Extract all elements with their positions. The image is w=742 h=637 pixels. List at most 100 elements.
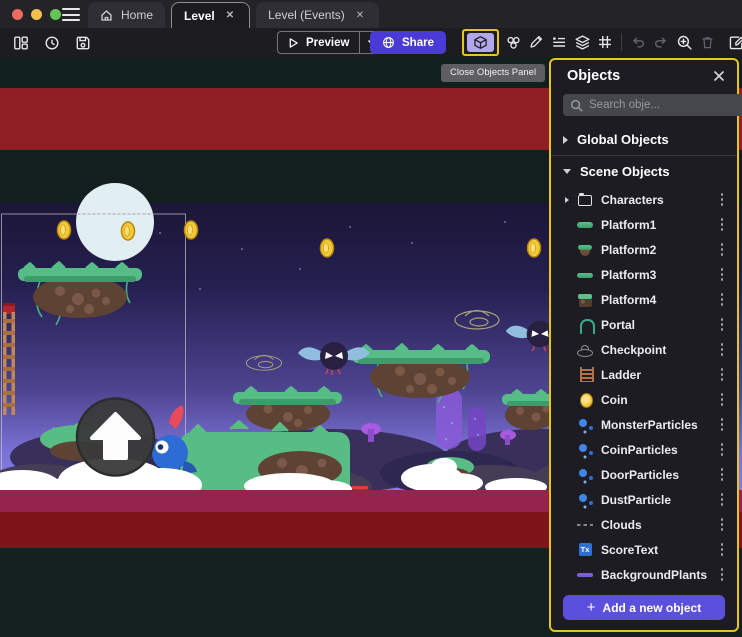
- tab-level[interactable]: Level ✕: [171, 2, 250, 28]
- close-tab-icon[interactable]: ✕: [353, 9, 367, 22]
- main-menu-icon[interactable]: [62, 8, 80, 21]
- plus-icon: +: [587, 600, 596, 615]
- object-row-characters[interactable]: Characters: [551, 187, 737, 212]
- chevron-right-icon: [565, 397, 576, 403]
- object-label: Platform4: [601, 293, 715, 307]
- chevron-right-icon: [565, 247, 576, 253]
- particles-icon: [576, 491, 594, 509]
- object-options-icon[interactable]: [715, 341, 729, 359]
- checkpoint-icon: [576, 341, 594, 359]
- play-icon: [288, 37, 299, 49]
- edit-scene-icon[interactable]: [725, 31, 742, 53]
- object-options-icon[interactable]: [715, 491, 729, 509]
- object-row-platform1[interactable]: Platform1: [551, 212, 737, 237]
- object-options-icon[interactable]: [715, 241, 729, 259]
- object-options-icon[interactable]: [715, 391, 729, 409]
- tab-home-label: Home: [121, 8, 153, 22]
- objects-panel-icon[interactable]: [467, 33, 494, 52]
- object-options-icon[interactable]: [715, 216, 729, 234]
- add-new-object-button[interactable]: + Add a new object: [563, 595, 725, 620]
- chevron-down-icon: [563, 169, 571, 174]
- chevron-right-icon: [565, 447, 576, 453]
- plants-icon: [576, 566, 594, 584]
- trash-icon[interactable]: [696, 31, 718, 53]
- platform-grass-icon: [576, 216, 594, 234]
- clouds-icon: [576, 516, 594, 534]
- object-options-icon[interactable]: [715, 191, 729, 209]
- particles-icon: [576, 466, 594, 484]
- text-icon: [576, 541, 594, 559]
- window-controls[interactable]: [12, 9, 61, 20]
- close-panel-icon[interactable]: [713, 70, 725, 82]
- tab-level-events[interactable]: Level (Events) ✕: [256, 2, 379, 28]
- layers-icon[interactable]: [571, 31, 593, 53]
- object-row-scoretext[interactable]: ScoreText: [551, 537, 737, 562]
- object-options-icon[interactable]: [715, 566, 729, 584]
- object-options-icon[interactable]: [715, 416, 729, 434]
- undo-icon[interactable]: [627, 31, 649, 53]
- instances-groups-icon[interactable]: [502, 31, 524, 53]
- object-row-coinparticles[interactable]: CoinParticles: [551, 437, 737, 462]
- object-options-icon[interactable]: [715, 316, 729, 334]
- moon: [76, 183, 154, 261]
- object-row-ladder[interactable]: Ladder: [551, 362, 737, 387]
- object-row-doorparticles[interactable]: DoorParticles: [551, 462, 737, 487]
- object-options-icon[interactable]: [715, 441, 729, 459]
- close-window-button[interactable]: [12, 9, 23, 20]
- pencil-icon[interactable]: [525, 31, 547, 53]
- object-label: Platform2: [601, 243, 715, 257]
- search-input[interactable]: [589, 99, 742, 111]
- object-row-backgroundplants[interactable]: BackgroundPlants: [551, 562, 737, 587]
- object-row-coin[interactable]: Coin: [551, 387, 737, 412]
- tooltip: Close Objects Panel: [441, 64, 545, 82]
- grid-icon[interactable]: [594, 31, 616, 53]
- objects-panel: Objects Global Objects Scene Objects: [549, 58, 739, 632]
- toolbar: Preview Share: [0, 28, 742, 57]
- minimize-window-button[interactable]: [31, 9, 42, 20]
- chevron-right-icon: [565, 297, 576, 303]
- save-icon[interactable]: [72, 32, 94, 54]
- object-row-monsterparticles[interactable]: MonsterParticles: [551, 412, 737, 437]
- chevron-right-icon: [565, 372, 576, 378]
- object-options-icon[interactable]: [715, 291, 729, 309]
- object-row-platform3[interactable]: Platform3: [551, 262, 737, 287]
- object-row-checkpoint[interactable]: Checkpoint: [551, 337, 737, 362]
- redo-icon[interactable]: [650, 31, 672, 53]
- tab-home[interactable]: Home: [88, 2, 165, 28]
- ladder-icon: [576, 366, 594, 384]
- object-row-portal[interactable]: Portal: [551, 312, 737, 337]
- platform-dirt-icon: [576, 241, 594, 259]
- object-row-clouds[interactable]: Clouds: [551, 512, 737, 537]
- object-row-platform2[interactable]: Platform2: [551, 237, 737, 262]
- up-arrow-button[interactable]: [77, 399, 154, 476]
- object-options-icon[interactable]: [715, 366, 729, 384]
- object-options-icon[interactable]: [715, 266, 729, 284]
- tab-level-label: Level: [184, 9, 215, 23]
- chevron-right-icon: [565, 197, 576, 203]
- search-box[interactable]: [563, 94, 742, 116]
- object-options-icon[interactable]: [715, 516, 729, 534]
- group-global-label: Global Objects: [577, 132, 669, 147]
- object-row-platform4[interactable]: Platform4: [551, 287, 737, 312]
- chevron-right-icon: [565, 472, 576, 478]
- group-scene-objects[interactable]: Scene Objects: [551, 156, 737, 187]
- objects-panel-title: Objects: [567, 68, 620, 84]
- zoom-in-icon[interactable]: [673, 31, 695, 53]
- object-options-icon[interactable]: [715, 541, 729, 559]
- maximize-window-button[interactable]: [50, 9, 61, 20]
- add-button-label: Add a new object: [603, 601, 702, 615]
- object-row-dustparticle[interactable]: DustParticle: [551, 487, 737, 512]
- object-options-icon[interactable]: [715, 466, 729, 484]
- object-label: Platform1: [601, 218, 715, 232]
- coin-icon: [576, 391, 594, 409]
- object-label: Checkpoint: [601, 343, 715, 357]
- properties-icon[interactable]: [548, 31, 570, 53]
- group-global-objects[interactable]: Global Objects: [551, 124, 737, 156]
- history-icon[interactable]: [41, 32, 63, 54]
- particles-icon: [576, 441, 594, 459]
- share-button[interactable]: Share: [370, 31, 446, 54]
- panels-icon[interactable]: [10, 32, 32, 54]
- chevron-right-icon: [565, 272, 576, 278]
- chevron-right-icon: [565, 347, 576, 353]
- close-tab-icon[interactable]: ✕: [223, 9, 237, 22]
